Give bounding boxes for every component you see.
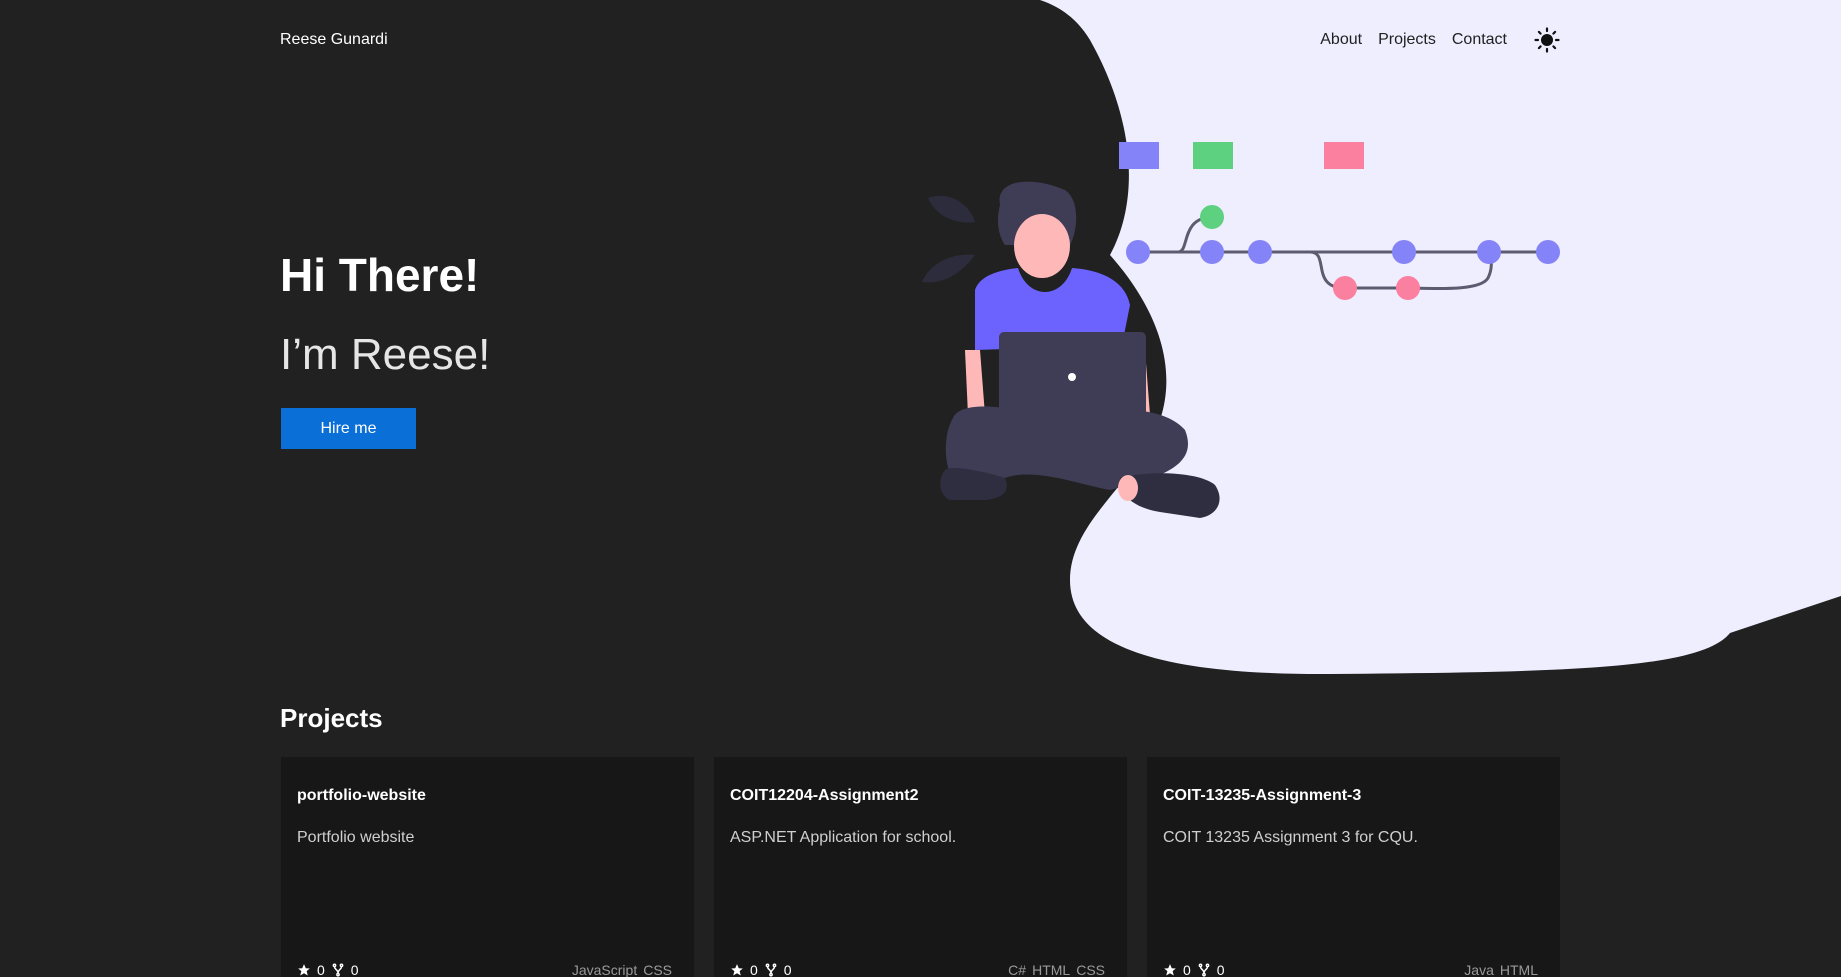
hero-title: Hi There!	[280, 249, 480, 301]
star-icon	[730, 963, 744, 977]
git-graph-illustration	[1119, 142, 1560, 300]
nav-link-projects[interactable]: Projects	[1378, 31, 1436, 49]
project-title: portfolio-website	[297, 787, 426, 804]
theme-toggle-button[interactable]	[1533, 26, 1561, 54]
hire-me-button[interactable]: Hire me	[281, 408, 416, 449]
project-description: COIT 13235 Assignment 3 for CQU.	[1163, 829, 1418, 846]
project-card[interactable]: COIT-13235-Assignment-3 COIT 13235 Assig…	[1147, 757, 1560, 977]
language-tag: HTML	[1032, 962, 1071, 977]
navbar: Reese Gunardi About Projects Contact	[280, 24, 1561, 56]
fork-count: 0	[1216, 962, 1225, 977]
page: Reese Gunardi About Projects Contact Hi …	[0, 0, 1841, 977]
star-count: 0	[1183, 962, 1191, 977]
project-languages: C# HTML CSS	[1008, 962, 1105, 977]
project-footer: 0 0 JavaScript CSS	[297, 962, 672, 977]
project-languages: JavaScript CSS	[572, 962, 672, 977]
projects-heading: Projects	[280, 703, 383, 733]
language-tag: HTML	[1499, 962, 1538, 977]
project-description: ASP.NET Application for school.	[730, 829, 957, 846]
fork-icon	[1197, 963, 1211, 977]
star-count: 0	[750, 962, 758, 977]
project-stats: 0 0	[1163, 962, 1225, 977]
language-tag: JavaScript	[571, 962, 638, 977]
project-title: COIT12204-Assignment2	[730, 787, 919, 804]
project-card[interactable]: COIT12204-Assignment2 ASP.NET Applicatio…	[714, 757, 1127, 977]
project-title: COIT-13235-Assignment-3	[1163, 787, 1362, 804]
project-card[interactable]: portfolio-website Portfolio website 0 0 …	[281, 757, 694, 977]
nav-link-contact[interactable]: Contact	[1452, 31, 1507, 49]
brand-link[interactable]: Reese Gunardi	[280, 31, 388, 49]
project-languages: Java HTML	[1464, 962, 1538, 977]
developer-illustration	[922, 142, 1560, 518]
hero-subtitle: I’m Reese!	[280, 330, 491, 379]
project-stats: 0 0	[297, 962, 359, 977]
project-description: Portfolio website	[297, 829, 415, 846]
language-tag: C#	[1008, 962, 1027, 977]
star-icon	[1163, 963, 1177, 977]
project-stats: 0 0	[730, 962, 792, 977]
language-tag: CSS	[1076, 962, 1105, 977]
language-tag: CSS	[643, 962, 672, 977]
star-count: 0	[317, 962, 325, 977]
project-footer: 0 0 Java HTML	[1163, 962, 1538, 977]
project-cards: portfolio-website Portfolio website 0 0 …	[281, 757, 1561, 977]
sun-icon	[1534, 27, 1560, 53]
star-icon	[297, 963, 311, 977]
fork-count: 0	[783, 962, 792, 977]
nav-link-about[interactable]: About	[1320, 31, 1362, 49]
nav-links: About Projects Contact	[1320, 26, 1561, 54]
language-tag: Java	[1464, 962, 1494, 977]
person-figure	[940, 181, 1220, 518]
fork-count: 0	[350, 962, 359, 977]
project-footer: 0 0 C# HTML CSS	[730, 962, 1105, 977]
fork-icon	[331, 963, 345, 977]
fork-icon	[764, 963, 778, 977]
